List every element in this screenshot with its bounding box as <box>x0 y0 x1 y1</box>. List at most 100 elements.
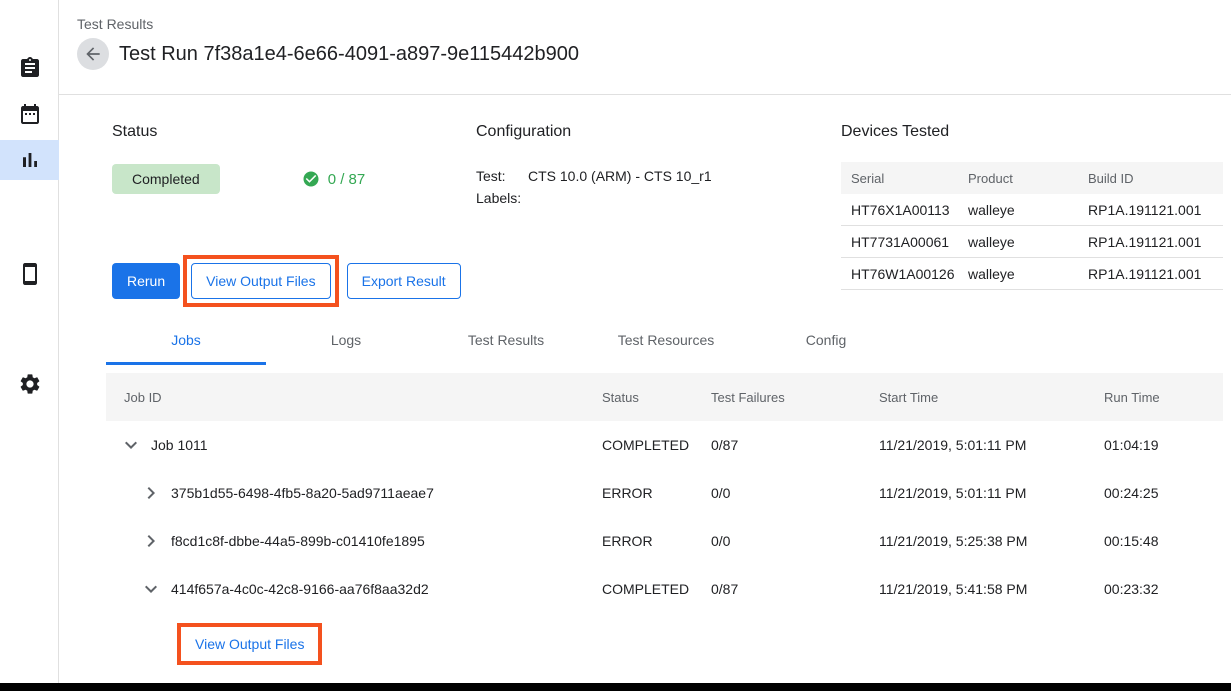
tab-logs[interactable]: Logs <box>266 317 426 365</box>
tab-config[interactable]: Config <box>746 317 906 365</box>
config-label: Test: <box>476 167 528 185</box>
devices-table: Serial Product Build ID HT76X1A00113 wal… <box>841 162 1223 290</box>
status-heading: Status <box>112 122 476 141</box>
job-run-time: 00:23:32 <box>1104 581 1223 597</box>
chevron-down-icon <box>119 433 143 457</box>
view-output-files-link[interactable]: View Output Files <box>195 636 304 652</box>
devices-col-serial: Serial <box>851 171 968 186</box>
export-result-button[interactable]: Export Result <box>347 263 461 299</box>
jobs-col-status: Status <box>602 390 711 405</box>
device-build-id: RP1A.191121.001 <box>1088 266 1223 282</box>
sidebar-item-settings[interactable] <box>0 364 59 404</box>
devices-tested-section: Devices Tested Serial Product Build ID H… <box>841 122 1223 307</box>
job-start-time: 11/21/2019, 5:41:58 PM <box>879 581 1104 597</box>
job-status: COMPLETED <box>602 581 711 597</box>
device-serial: HT76X1A00113 <box>851 202 968 218</box>
rerun-button[interactable]: Rerun <box>112 263 180 299</box>
device-product: walleye <box>968 234 1088 250</box>
job-start-time: 11/21/2019, 5:01:11 PM <box>879 485 1104 501</box>
config-row-labels: Labels: <box>476 189 841 207</box>
config-value: CTS 10.0 (ARM) - CTS 10_r1 <box>528 167 712 185</box>
tab-jobs[interactable]: Jobs <box>106 317 266 365</box>
back-arrow-icon <box>83 44 103 64</box>
sidebar-item-devices[interactable] <box>0 254 59 294</box>
job-test-failures: 0/0 <box>711 533 879 549</box>
device-serial: HT76W1A00126 <box>851 266 968 282</box>
device-product: walleye <box>968 202 1088 218</box>
failure-count-wrap: 0 / 87 <box>302 170 366 188</box>
chevron-right-icon[interactable] <box>139 481 163 505</box>
sidebar-item-test-results[interactable] <box>0 140 59 180</box>
sidebar-item-test-plans[interactable] <box>0 48 59 88</box>
device-row: HT76X1A00113 walleye RP1A.191121.001 <box>841 194 1223 226</box>
sidebar-item-schedule[interactable] <box>0 94 59 134</box>
status-section: Status Completed 0 / 87 Rerun <box>112 122 476 307</box>
chevron-down-icon[interactable] <box>119 433 143 457</box>
job-output-link-row: View Output Files <box>106 623 1223 665</box>
check-circle-icon <box>302 170 320 188</box>
configuration-heading: Configuration <box>476 122 841 141</box>
back-button[interactable] <box>77 38 109 70</box>
tab-test-results[interactable]: Test Results <box>426 317 586 365</box>
job-status: ERROR <box>602 485 711 501</box>
job-status: ERROR <box>602 533 711 549</box>
job-run-time: 01:04:19 <box>1104 437 1223 453</box>
job-row[interactable]: 414f657a-4c0c-42c8-9166-aa76f8aa32d2 COM… <box>106 565 1223 613</box>
chevron-right-icon <box>139 529 163 553</box>
calendar-icon <box>18 102 42 126</box>
actions-row: Rerun View Output Files Export Result <box>112 255 476 307</box>
job-row[interactable]: f8cd1c8f-dbbe-44a5-899b-c01410fe1895 ERR… <box>106 517 1223 565</box>
jobs-col-run-time: Run Time <box>1104 390 1223 405</box>
device-product: walleye <box>968 266 1088 282</box>
sidebar <box>0 0 59 683</box>
job-run-time: 00:15:48 <box>1104 533 1223 549</box>
app-window: Test Results Test Run 7f38a1e4-6e66-4091… <box>0 0 1231 683</box>
job-test-failures: 0/87 <box>711 581 879 597</box>
device-row: HT7731A00061 walleye RP1A.191121.001 <box>841 226 1223 258</box>
jobs-col-start-time: Start Time <box>879 390 1104 405</box>
chevron-down-icon[interactable] <box>139 577 163 601</box>
gear-icon <box>18 372 42 396</box>
job-row[interactable]: 375b1d55-6498-4fb5-8a20-5ad9711aeae7 ERR… <box>106 469 1223 517</box>
chevron-right-icon[interactable] <box>139 529 163 553</box>
jobs-col-test-failures: Test Failures <box>711 390 879 405</box>
job-run-time: 00:24:25 <box>1104 485 1223 501</box>
chevron-down-icon <box>139 577 163 601</box>
page-header: Test Results Test Run 7f38a1e4-6e66-4091… <box>59 0 1231 95</box>
annotation-highlight-box: View Output Files <box>183 255 338 307</box>
main-content: Test Results Test Run 7f38a1e4-6e66-4091… <box>59 0 1231 683</box>
config-row-test: Test: CTS 10.0 (ARM) - CTS 10_r1 <box>476 167 841 185</box>
view-output-files-button[interactable]: View Output Files <box>191 263 330 299</box>
job-test-failures: 0/87 <box>711 437 879 453</box>
tab-bar: JobsLogsTest ResultsTest ResourcesConfig <box>106 317 1223 365</box>
job-start-time: 11/21/2019, 5:25:38 PM <box>879 533 1104 549</box>
device-row: HT76W1A00126 walleye RP1A.191121.001 <box>841 258 1223 290</box>
job-id: 414f657a-4c0c-42c8-9166-aa76f8aa32d2 <box>171 581 429 597</box>
job-start-time: 11/21/2019, 5:01:11 PM <box>879 437 1104 453</box>
breadcrumb: Test Results <box>77 16 1231 32</box>
job-id: Job 1011 <box>151 437 208 453</box>
job-test-failures: 0/0 <box>711 485 879 501</box>
annotation-highlight-box: View Output Files <box>177 623 322 665</box>
content-area: Status Completed 0 / 87 Rerun <box>59 122 1231 665</box>
devices-table-header: Serial Product Build ID <box>841 162 1223 194</box>
configuration-section: Configuration Test: CTS 10.0 (ARM) - CTS… <box>476 122 841 307</box>
job-status: COMPLETED <box>602 437 711 453</box>
devices-col-product: Product <box>968 171 1088 186</box>
status-row: Completed 0 / 87 <box>112 164 476 194</box>
bar-chart-icon <box>18 148 42 172</box>
page-title: Test Run 7f38a1e4-6e66-4091-a897-9e11544… <box>119 43 579 66</box>
status-badge: Completed <box>112 164 220 194</box>
jobs-col-job-id: Job ID <box>106 390 602 405</box>
job-id: 375b1d55-6498-4fb5-8a20-5ad9711aeae7 <box>171 485 434 501</box>
devices-tested-heading: Devices Tested <box>841 122 1223 141</box>
device-build-id: RP1A.191121.001 <box>1088 202 1223 218</box>
device-build-id: RP1A.191121.001 <box>1088 234 1223 250</box>
device-serial: HT7731A00061 <box>851 234 968 250</box>
tab-test-resources[interactable]: Test Resources <box>586 317 746 365</box>
jobs-table: Job ID Status Test Failures Start Time R… <box>106 373 1223 665</box>
summary-section: Status Completed 0 / 87 Rerun <box>106 122 1223 307</box>
devices-col-build-id: Build ID <box>1088 171 1223 186</box>
job-row[interactable]: Job 1011 COMPLETED 0/87 11/21/2019, 5:01… <box>106 421 1223 469</box>
smartphone-icon <box>18 262 42 286</box>
